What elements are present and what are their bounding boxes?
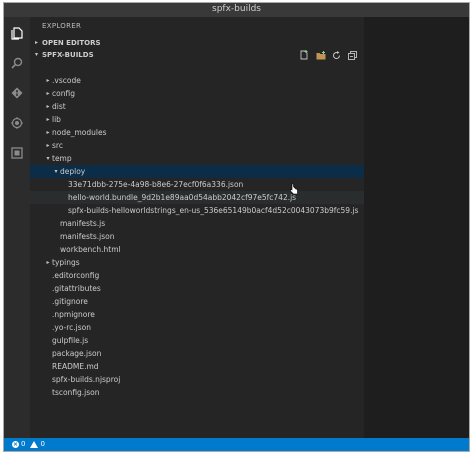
tree-item-folder[interactable]: ▸ lib [30,113,364,126]
tree-item-label: package.json [52,349,102,358]
title-bar: spfx-builds [4,3,469,18]
tree-item-label: spfx-builds-helloworldstrings_en-us_536e… [68,206,359,215]
tree-item-folder[interactable]: ▾ temp [30,152,364,165]
tree-item-label: typings [52,258,80,267]
tree-item-label: manifests.json [60,232,115,241]
tree-item-file[interactable]: gulpfile.js [30,334,364,347]
tree-item-file[interactable]: hello-world.bundle_9d2b1e89aa0d54abb2042… [30,191,364,204]
window-title: spfx-builds [212,4,261,14]
tree-item-folder[interactable]: ▸ node_modules [30,126,364,139]
tree-item-label: .yo-rc.json [52,323,92,332]
tree-item-label: .editorconfig [52,271,100,280]
warning-count: 0 [40,440,45,448]
tree-item-label: .gitignore [52,297,88,306]
chevron-down-icon: ▾ [46,155,50,162]
tree-item-label: .gitattributes [52,284,101,293]
error-count: 0 [21,440,26,448]
tree-item-label: src [52,141,63,150]
tree-item-label: .vscode [52,76,81,85]
tree-item-file[interactable]: spfx-builds.njsproj [30,373,364,386]
tree-item-file[interactable]: workbench.html [30,243,364,256]
tree-item-folder[interactable]: ▸ .vscode [30,74,364,87]
new-folder-icon[interactable] [315,50,326,61]
project-label: SPFX-BUILDS [42,51,94,59]
extensions-icon[interactable] [10,146,24,160]
tree-item-file[interactable]: 33e71dbb-275e-4a98-b8e6-27ecf0f6a336.jso… [30,178,364,191]
chevron-right-icon: ▸ [46,103,50,110]
explorer-sidebar: EXPLORER ▸ OPEN EDITORS ▾ SPFX-BUILDS ▸ … [30,17,364,438]
tree-item-file[interactable]: .yo-rc.json [30,321,364,334]
search-icon[interactable] [10,56,24,70]
tree-item-label: lib [52,115,61,124]
tree-item-label: README.md [52,362,99,371]
tree-item-file[interactable]: README.md [30,360,364,373]
explorer-title: EXPLORER [42,22,82,30]
editor-area [364,17,469,438]
tree-item-file[interactable]: .gitignore [30,295,364,308]
chevron-right-icon: ▸ [46,77,50,84]
vscode-window: spfx-builds EXPLORER ▸ OPEN EDITORS ▾ SP… [3,2,470,452]
refresh-icon[interactable] [331,50,342,61]
problems-indicator[interactable]: × 0 0 [12,438,45,451]
tree-item-file[interactable]: .npmignore [30,308,364,321]
tree-item-label: node_modules [52,128,107,137]
chevron-right-icon: ▸ [46,142,50,149]
tree-item-label: .npmignore [52,310,95,319]
open-editors-label: OPEN EDITORS [42,39,101,47]
tree-item-file[interactable]: spfx-builds-helloworldstrings_en-us_536e… [30,204,364,217]
source-control-icon[interactable] [10,86,24,100]
tree-item-file[interactable]: manifests.json [30,230,364,243]
tree-item-label: workbench.html [60,245,121,254]
mouse-pointer-icon [290,183,298,195]
chevron-right-icon: ▸ [46,259,50,266]
tree-item-label: manifests.js [60,219,106,228]
collapse-all-icon[interactable] [347,50,358,61]
tree-item-label: tsconfig.json [52,388,100,397]
chevron-right-icon: ▸ [35,39,39,46]
tree-item-label: 33e71dbb-275e-4a98-b8e6-27ecf0f6a336.jso… [68,180,244,189]
tree-item-folder[interactable]: ▸ src [30,139,364,152]
chevron-right-icon: ▸ [46,129,50,136]
warning-icon [30,441,39,448]
tree-item-label: hello-world.bundle_9d2b1e89aa0d54abb2042… [68,193,297,202]
chevron-right-icon: ▸ [46,116,50,123]
chevron-down-icon: ▾ [35,51,39,58]
tree-item-file[interactable]: .editorconfig [30,269,364,282]
tree-item-file[interactable]: tsconfig.json [30,386,364,399]
chevron-right-icon: ▸ [46,90,50,97]
tree-item-folder-selected[interactable]: ▾ deploy [30,165,364,178]
tree-item-file[interactable]: .gitattributes [30,282,364,295]
activity-bar [4,17,30,438]
debug-icon[interactable] [10,116,24,130]
error-icon: × [12,441,19,448]
tree-item-label: gulpfile.js [52,336,89,345]
tree-item-folder[interactable]: ▸ typings [30,256,364,269]
tree-item-label: deploy [60,167,86,176]
tree-item-label: dist [52,102,66,111]
tree-item-file[interactable]: manifests.js [30,217,364,230]
tree-item-folder[interactable]: ▸ config [30,87,364,100]
project-header[interactable]: ▾ SPFX-BUILDS [30,49,364,61]
tree-item-label: temp [52,154,72,163]
open-editors-header[interactable]: ▸ OPEN EDITORS [30,37,364,49]
explorer-files-icon[interactable] [10,26,24,40]
status-bar: × 0 0 [4,438,469,451]
tree-item-label: config [52,89,75,98]
explorer-toolbar [299,49,358,61]
new-file-icon[interactable] [299,50,310,61]
tree-item-file[interactable]: package.json [30,347,364,360]
tree-item-label: spfx-builds.njsproj [52,375,121,384]
tree-item-folder[interactable]: ▸ dist [30,100,364,113]
chevron-down-icon: ▾ [54,168,58,175]
